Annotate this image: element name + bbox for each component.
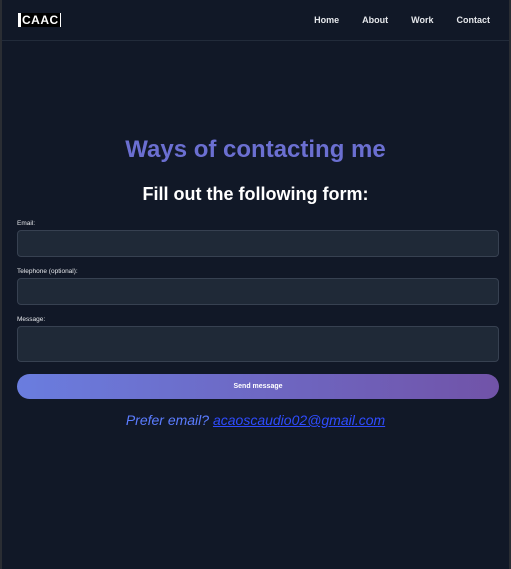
- prefer-email-line: Prefer email? acaoscaudio02@gmail.com: [2, 411, 509, 429]
- contact-form: Email: Telephone (optional): Message: Se…: [17, 220, 499, 399]
- nav-link-work[interactable]: Work: [411, 14, 433, 26]
- form-subtitle: Fill out the following form:: [142, 184, 369, 204]
- page: CAAC Home About Work Contact Ways of con…: [2, 0, 509, 569]
- send-message-button[interactable]: Send message: [17, 374, 499, 399]
- nav-links: Home About Work Contact: [314, 14, 490, 26]
- prefer-email-text: Prefer email?: [125, 412, 210, 428]
- navbar: CAAC Home About Work Contact: [2, 0, 509, 41]
- message-group: Message:: [17, 316, 499, 362]
- telephone-group: Telephone (optional):: [17, 268, 499, 305]
- message-field[interactable]: [17, 326, 499, 362]
- page-title: Ways of contacting me: [125, 136, 386, 163]
- nav-link-about[interactable]: About: [362, 14, 388, 26]
- logo[interactable]: CAAC: [18, 13, 61, 27]
- message-label: Message:: [17, 316, 46, 323]
- nav-link-home[interactable]: Home: [314, 14, 339, 26]
- email-field[interactable]: [17, 230, 499, 257]
- telephone-field[interactable]: [17, 278, 499, 305]
- email-link[interactable]: acaoscaudio02@gmail.com: [213, 412, 385, 428]
- nav-link-contact[interactable]: Contact: [457, 14, 491, 26]
- email-label: Email:: [17, 220, 36, 227]
- email-group: Email:: [17, 220, 499, 257]
- telephone-label: Telephone (optional):: [17, 268, 78, 275]
- logo-text: CAAC: [21, 13, 60, 27]
